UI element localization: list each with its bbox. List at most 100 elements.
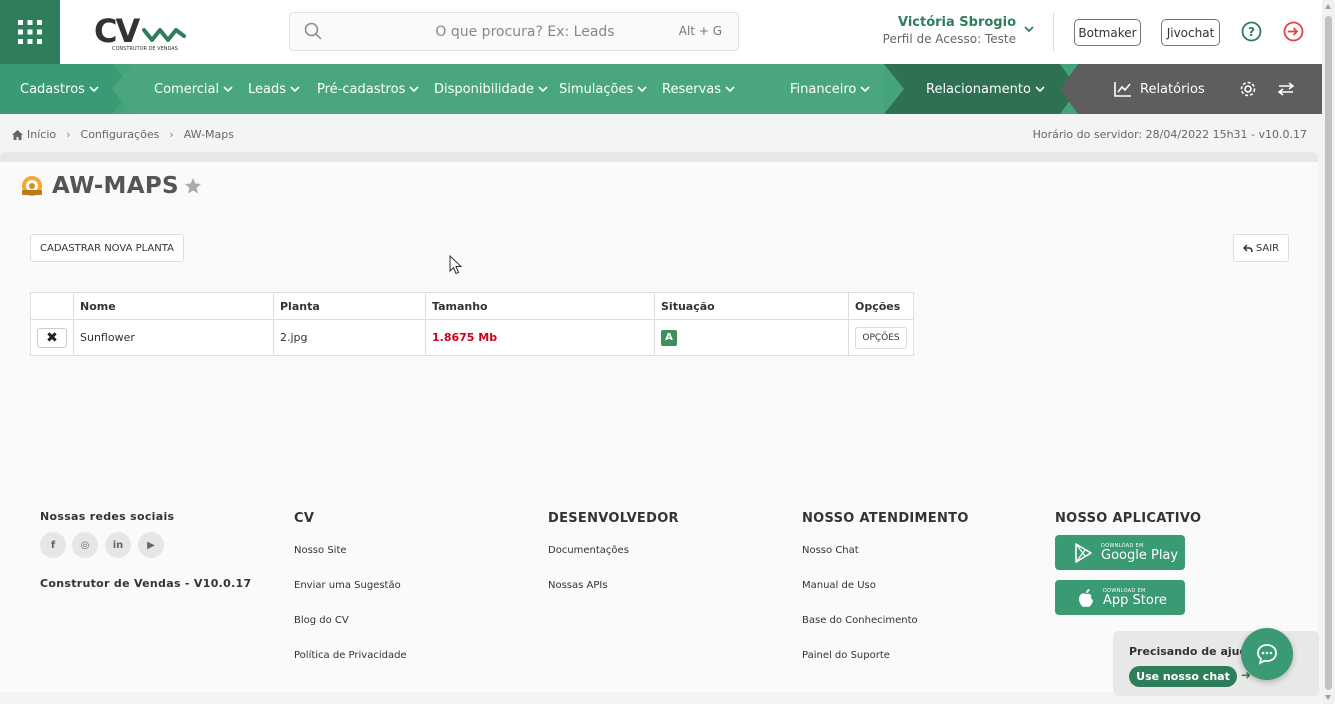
chevron-down-icon [223,86,233,93]
page-title-text: AW-MAPS [52,173,179,199]
reply-arrow-icon [1242,243,1253,252]
instagram-icon[interactable]: ◎ [72,532,98,558]
table-cell: 1.8675 Mb [425,319,655,356]
apps-grid-button[interactable] [0,0,60,64]
footer-social: Nossas redes sociais [40,510,174,523]
chat-launcher[interactable] [1241,628,1293,680]
delete-button[interactable]: ✖ [37,327,67,348]
linkedin-icon[interactable]: in [105,532,131,558]
table-header-row: Nome Planta Tamanho Situação Opções [30,292,914,320]
footer-link-chat[interactable]: Nosso Chat [802,545,859,556]
footer-link-base[interactable]: Base do Conhecimento [802,615,918,626]
nav-financeiro[interactable]: Financeiro [790,64,870,114]
column-header[interactable]: Nome [73,292,274,320]
star-icon[interactable] [184,177,202,195]
breadcrumb-aw-maps: AW-Maps [183,128,235,141]
table-cell: A [654,319,849,356]
chevron-down-icon[interactable] [1023,24,1035,34]
logout-icon[interactable] [1283,21,1304,42]
google-play-label: Google Play [1101,548,1179,563]
column-header [30,292,74,320]
footer-link-painel[interactable]: Painel do Suporte [802,650,890,661]
cv-logo[interactable]: CV CONSTRUTOR DE VENDAS [92,12,188,54]
cell-name: Sunflower [73,319,274,356]
page-title: AW-MAPS [20,173,202,199]
nav-disponibilidade[interactable]: Disponibilidade [434,64,548,114]
options-button[interactable]: OPÇÕES [855,326,907,349]
google-play-button[interactable]: DOWNLOAD EM Google Play [1055,535,1185,570]
exit-button[interactable]: SAIR [1233,234,1289,262]
facebook-icon[interactable]: f [40,532,66,558]
chart-line-icon [1114,82,1131,97]
youtube-icon[interactable]: ▶ [138,532,164,558]
chevron-down-icon [89,86,99,93]
main-nav: Cadastros Comercial Leads Pré-cadastros … [0,64,1322,114]
vertical-scrollbar[interactable] [1322,0,1335,704]
top-header: CV CONSTRUTOR DE VENDAS Alt + G Victória… [0,0,1322,64]
chevron-down-icon [290,86,300,93]
server-time: Horário do servidor: 28/04/2022 15h31 - … [1032,128,1307,141]
breadcrumb-separator: › [169,128,174,141]
help-icon[interactable]: ? [1241,21,1262,42]
nav-label: Financeiro [790,81,857,97]
footer-social-title: Nossas redes sociais [40,510,175,523]
cell-size: 1.8675 Mb [432,331,498,344]
column-header[interactable]: Situação [654,292,849,320]
nav-simulacoes[interactable]: Simulações [559,64,647,114]
home-icon [12,129,23,140]
footer-app-title: NOSSO APLICATIVO [1055,511,1202,526]
footer-cv-title: CV [294,511,315,526]
nav-switch[interactable] [1277,64,1295,114]
footer-link-manual[interactable]: Manual de Uso [802,580,876,591]
botmaker-button[interactable]: Botmaker [1074,19,1141,46]
nav-label: Relatórios [1140,81,1205,97]
svg-text:CV: CV [94,12,140,50]
app-store-button[interactable]: DOWNLOAD EM App Store [1055,580,1185,615]
use-chat-button[interactable]: Use nosso chat [1129,666,1237,687]
scroll-down-arrow[interactable] [1325,695,1331,700]
footer-link-apis[interactable]: Nossas APIs [548,580,608,591]
breadcrumb: Início › Configurações › AW-Maps [12,128,234,141]
footer-link-sugestao[interactable]: Enviar uma Sugestão [294,580,401,591]
footer-link-blog[interactable]: Blog do CV [294,615,349,626]
nav-cadastros[interactable]: Cadastros [20,64,99,114]
breadcrumb-configuracoes[interactable]: Configurações [81,128,160,141]
breadcrumb-separator: › [66,128,71,141]
column-header[interactable]: Tamanho [425,292,655,320]
footer-link-privacidade[interactable]: Política de Privacidade [294,650,407,661]
nav-pre-cadastros[interactable]: Pré-cadastros [317,64,419,114]
nav-label: Leads [248,81,287,97]
apple-icon [1079,588,1093,607]
nav-label: Simulações [559,81,634,97]
column-header[interactable]: Planta [273,292,426,320]
chat-bubble-icon [1257,644,1277,665]
swap-arrows-icon [1277,82,1295,96]
nav-settings[interactable] [1239,64,1257,114]
nav-label: Cadastros [20,81,85,97]
nav-relatorios[interactable]: Relatórios [1114,64,1205,114]
search-input[interactable] [330,13,660,50]
nav-relacionamento[interactable]: Relacionamento [926,64,1045,114]
nav-leads[interactable]: Leads [248,64,300,114]
mouse-cursor [449,255,463,275]
scroll-up-arrow[interactable] [1325,4,1331,9]
nav-label: Disponibilidade [434,81,535,97]
footer-version: Construtor de Vendas - V10.0.17 [40,577,252,590]
global-search[interactable]: Alt + G [289,12,739,51]
footer-link-documentacoes[interactable]: Documentações [548,545,629,556]
cell-file: 2.jpg [273,319,426,356]
status-badge: A [661,329,677,346]
grid-icon [18,20,42,44]
close-icon: ✖ [46,329,58,346]
jivochat-button[interactable]: Jivochat [1161,19,1220,46]
footer-link-nosso-site[interactable]: Nosso Site [294,545,347,556]
breadcrumb-inicio[interactable]: Início [27,128,56,141]
new-plan-button[interactable]: CADASTRAR NOVA PLANTA [30,234,184,262]
nav-reservas[interactable]: Reservas [662,64,735,114]
chevron-down-icon [538,86,548,93]
user-menu[interactable]: Victória Sbrogio Perfil de Acesso: Teste [860,15,1016,46]
nav-comercial[interactable]: Comercial [154,64,233,114]
plans-table: Nome Planta Tamanho Situação Opções ✖ Su… [30,292,914,356]
scrollbar-thumb[interactable] [1325,16,1332,690]
map-module-icon [22,176,42,196]
